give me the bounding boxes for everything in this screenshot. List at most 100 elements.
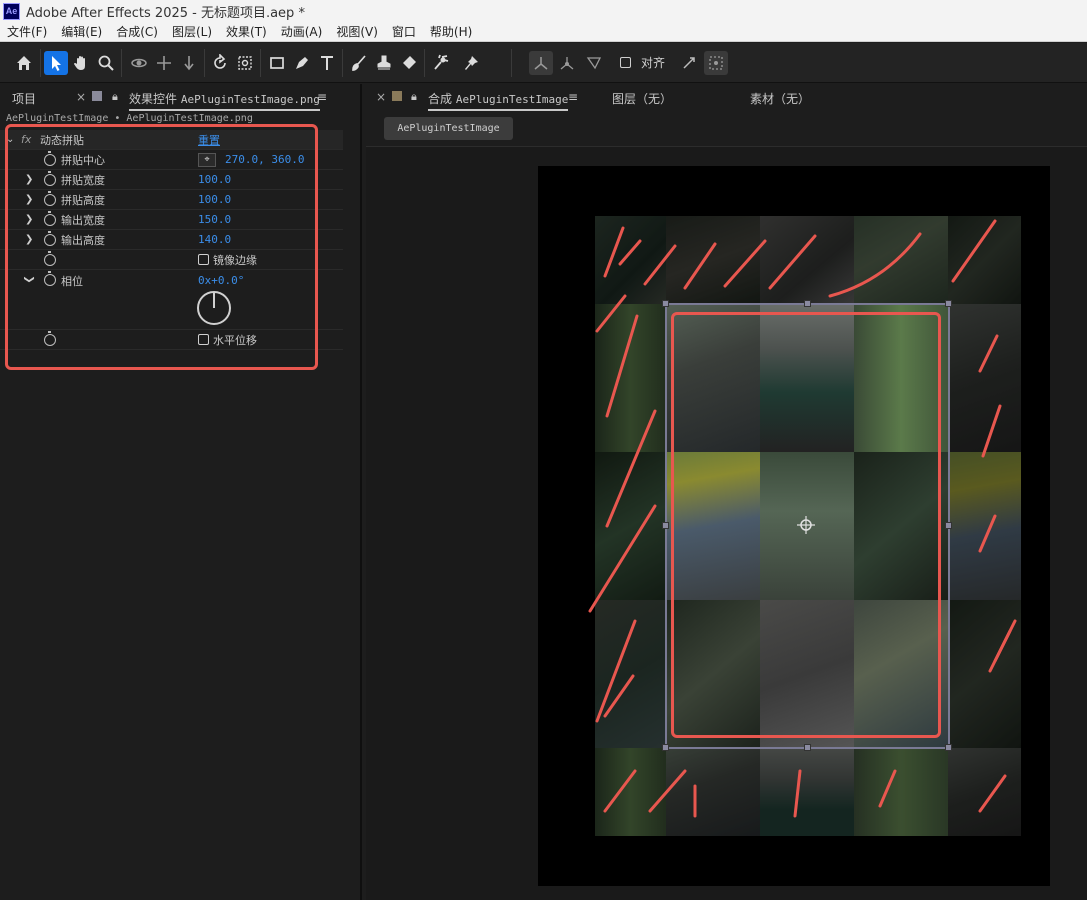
effect-name: 动态拼贴 xyxy=(40,133,84,147)
snapping-label: 对齐 xyxy=(641,56,666,70)
clone-stamp-icon[interactable] xyxy=(372,51,396,75)
param-value-tile-height[interactable]: 100.0 xyxy=(198,193,231,206)
pen-icon[interactable] xyxy=(290,51,314,75)
horizontal-offset-label: 水平位移 xyxy=(213,333,257,347)
zoom-icon[interactable] xyxy=(94,51,118,75)
view-axis-mode-icon[interactable] xyxy=(582,51,606,75)
param-row-tile-height: ❯ 拼贴高度 100.0 xyxy=(0,190,343,210)
stopwatch-icon[interactable] xyxy=(44,250,56,266)
panel-menu-icon[interactable]: ≡ xyxy=(317,90,327,104)
menu-edit[interactable]: 编辑(E) xyxy=(54,23,109,40)
rectangle-icon[interactable] xyxy=(265,51,289,75)
lock-icon[interactable]: 🔒︎ xyxy=(112,90,118,104)
world-axis-mode-icon[interactable] xyxy=(555,51,579,75)
effects-tab-color-icon xyxy=(92,91,102,101)
chevron-down-icon[interactable]: ❯ xyxy=(24,275,35,283)
snap-expand-icon[interactable] xyxy=(677,51,701,75)
chevron-down-icon[interactable]: ⌄ xyxy=(6,134,14,145)
close-tab-icon[interactable]: × xyxy=(376,90,386,104)
tab-composition-label: 合成 xyxy=(428,92,453,106)
param-value-phase[interactable]: 0x+0.0° xyxy=(198,274,244,287)
snapping-checkbox[interactable] xyxy=(620,57,631,68)
rotate-icon[interactable] xyxy=(208,51,232,75)
brush-icon[interactable] xyxy=(347,51,371,75)
tools-toolbar: 对齐 xyxy=(0,43,1087,83)
param-row-output-height: ❯ 输出高度 140.0 xyxy=(0,230,343,250)
param-label: 拼贴中心 xyxy=(61,153,105,167)
window-title: Adobe After Effects 2025 - 无标题项目.aep * xyxy=(26,5,305,21)
param-label: 拼贴高度 xyxy=(61,193,105,207)
tab-footage[interactable]: 素材（无） xyxy=(750,90,810,107)
comp-tab-color-icon xyxy=(392,91,402,101)
title-bar: Ae Adobe After Effects 2025 - 无标题项目.aep … xyxy=(0,0,1087,22)
param-label: 拼贴宽度 xyxy=(61,173,105,187)
stopwatch-icon[interactable] xyxy=(44,210,56,226)
snap-features-icon[interactable] xyxy=(704,51,728,75)
menu-layer[interactable]: 图层(L) xyxy=(165,23,219,40)
hand-icon[interactable] xyxy=(69,51,93,75)
close-tab-icon[interactable]: × xyxy=(76,90,86,104)
param-value-tile-width[interactable]: 100.0 xyxy=(198,173,231,186)
menu-view[interactable]: 视图(V) xyxy=(329,23,385,40)
composition-viewer[interactable] xyxy=(366,146,1087,900)
effect-controls-panel: 项目 × 🔒︎ 效果控件 AePluginTestImage.png ≡ AeP… xyxy=(0,84,362,900)
puppet-pin-icon[interactable] xyxy=(460,51,484,75)
dolly-camera-icon[interactable] xyxy=(177,51,201,75)
pan-camera-icon[interactable] xyxy=(152,51,176,75)
param-value-output-height[interactable]: 140.0 xyxy=(198,233,231,246)
tab-composition[interactable]: 合成 AePluginTestImage xyxy=(428,90,569,111)
stopwatch-icon[interactable] xyxy=(44,330,56,346)
comp-breadcrumb-chip[interactable]: AePluginTestImage xyxy=(384,117,513,140)
reset-link[interactable]: 重置 xyxy=(198,132,220,148)
menu-window[interactable]: 窗口 xyxy=(385,23,423,40)
chevron-right-icon[interactable]: ❯ xyxy=(25,234,33,245)
pan-behind-icon[interactable] xyxy=(233,51,257,75)
param-value-tile-center[interactable]: 270.0, 360.0 xyxy=(225,153,304,166)
stopwatch-icon[interactable] xyxy=(44,271,56,286)
chevron-right-icon[interactable]: ❯ xyxy=(25,214,33,225)
mirror-edges-checkbox[interactable] xyxy=(198,254,209,265)
composition-panel: × 🔒︎ 合成 AePluginTestImage ≡ 图层（无） 素材（无） … xyxy=(366,84,1087,900)
menu-help[interactable]: 帮助(H) xyxy=(423,23,479,40)
horizontal-offset-checkbox[interactable] xyxy=(198,334,209,345)
param-row-output-width: ❯ 输出宽度 150.0 xyxy=(0,210,343,230)
tab-layer[interactable]: 图层（无） xyxy=(612,90,672,107)
stopwatch-icon[interactable] xyxy=(44,230,56,246)
menu-effect[interactable]: 效果(T) xyxy=(219,23,274,40)
eraser-icon[interactable] xyxy=(397,51,421,75)
tab-effect-controls-file: AePluginTestImage.png xyxy=(180,93,320,106)
fx-badge-icon[interactable]: fx xyxy=(21,133,31,146)
stopwatch-icon[interactable] xyxy=(44,170,56,186)
tab-effect-controls-label: 效果控件 xyxy=(129,92,178,106)
panel-menu-icon[interactable]: ≡ xyxy=(568,90,578,104)
selection-arrow-icon[interactable] xyxy=(44,51,68,75)
chevron-right-icon[interactable]: ❯ xyxy=(25,194,33,205)
tab-effect-controls[interactable]: 效果控件 AePluginTestImage.png xyxy=(129,90,320,111)
param-label: 相位 xyxy=(61,275,83,288)
tab-composition-name: AePluginTestImage xyxy=(455,93,569,106)
effect-header-row[interactable]: ⌄ fx 动态拼贴 重置 xyxy=(0,130,343,150)
point-target-icon[interactable]: ⌖ xyxy=(198,152,216,167)
roto-brush-icon[interactable] xyxy=(429,51,453,75)
orbit-camera-icon[interactable] xyxy=(127,51,151,75)
menu-file[interactable]: 文件(F) xyxy=(0,23,54,40)
menu-animation[interactable]: 动画(A) xyxy=(274,23,330,40)
lock-icon[interactable]: 🔒︎ xyxy=(411,90,417,104)
chevron-right-icon[interactable]: ❯ xyxy=(25,174,33,185)
param-value-output-width[interactable]: 150.0 xyxy=(198,213,231,226)
stopwatch-icon[interactable] xyxy=(44,150,56,166)
menu-composition[interactable]: 合成(C) xyxy=(109,23,165,40)
phase-dial-icon[interactable] xyxy=(196,290,232,326)
home-icon[interactable] xyxy=(12,51,36,75)
tab-project[interactable]: 项目 xyxy=(12,90,36,107)
text-icon[interactable] xyxy=(315,51,339,75)
param-row-mirror-edges: 镜像边缘 xyxy=(0,250,343,270)
composition-canvas[interactable] xyxy=(538,166,1050,886)
after-effects-logo-icon: Ae xyxy=(3,2,20,20)
param-row-tile-center: 拼贴中心 ⌖ 270.0, 360.0 xyxy=(0,150,343,170)
stopwatch-icon[interactable] xyxy=(44,190,56,206)
local-axis-mode-icon[interactable] xyxy=(529,51,553,75)
annotation-strokes xyxy=(588,219,1017,818)
viewer-tabs: × 🔒︎ 合成 AePluginTestImage ≡ 图层（无） 素材（无） xyxy=(366,84,1087,111)
menu-bar: 文件(F) 编辑(E) 合成(C) 图层(L) 效果(T) 动画(A) 视图(V… xyxy=(0,22,1087,42)
